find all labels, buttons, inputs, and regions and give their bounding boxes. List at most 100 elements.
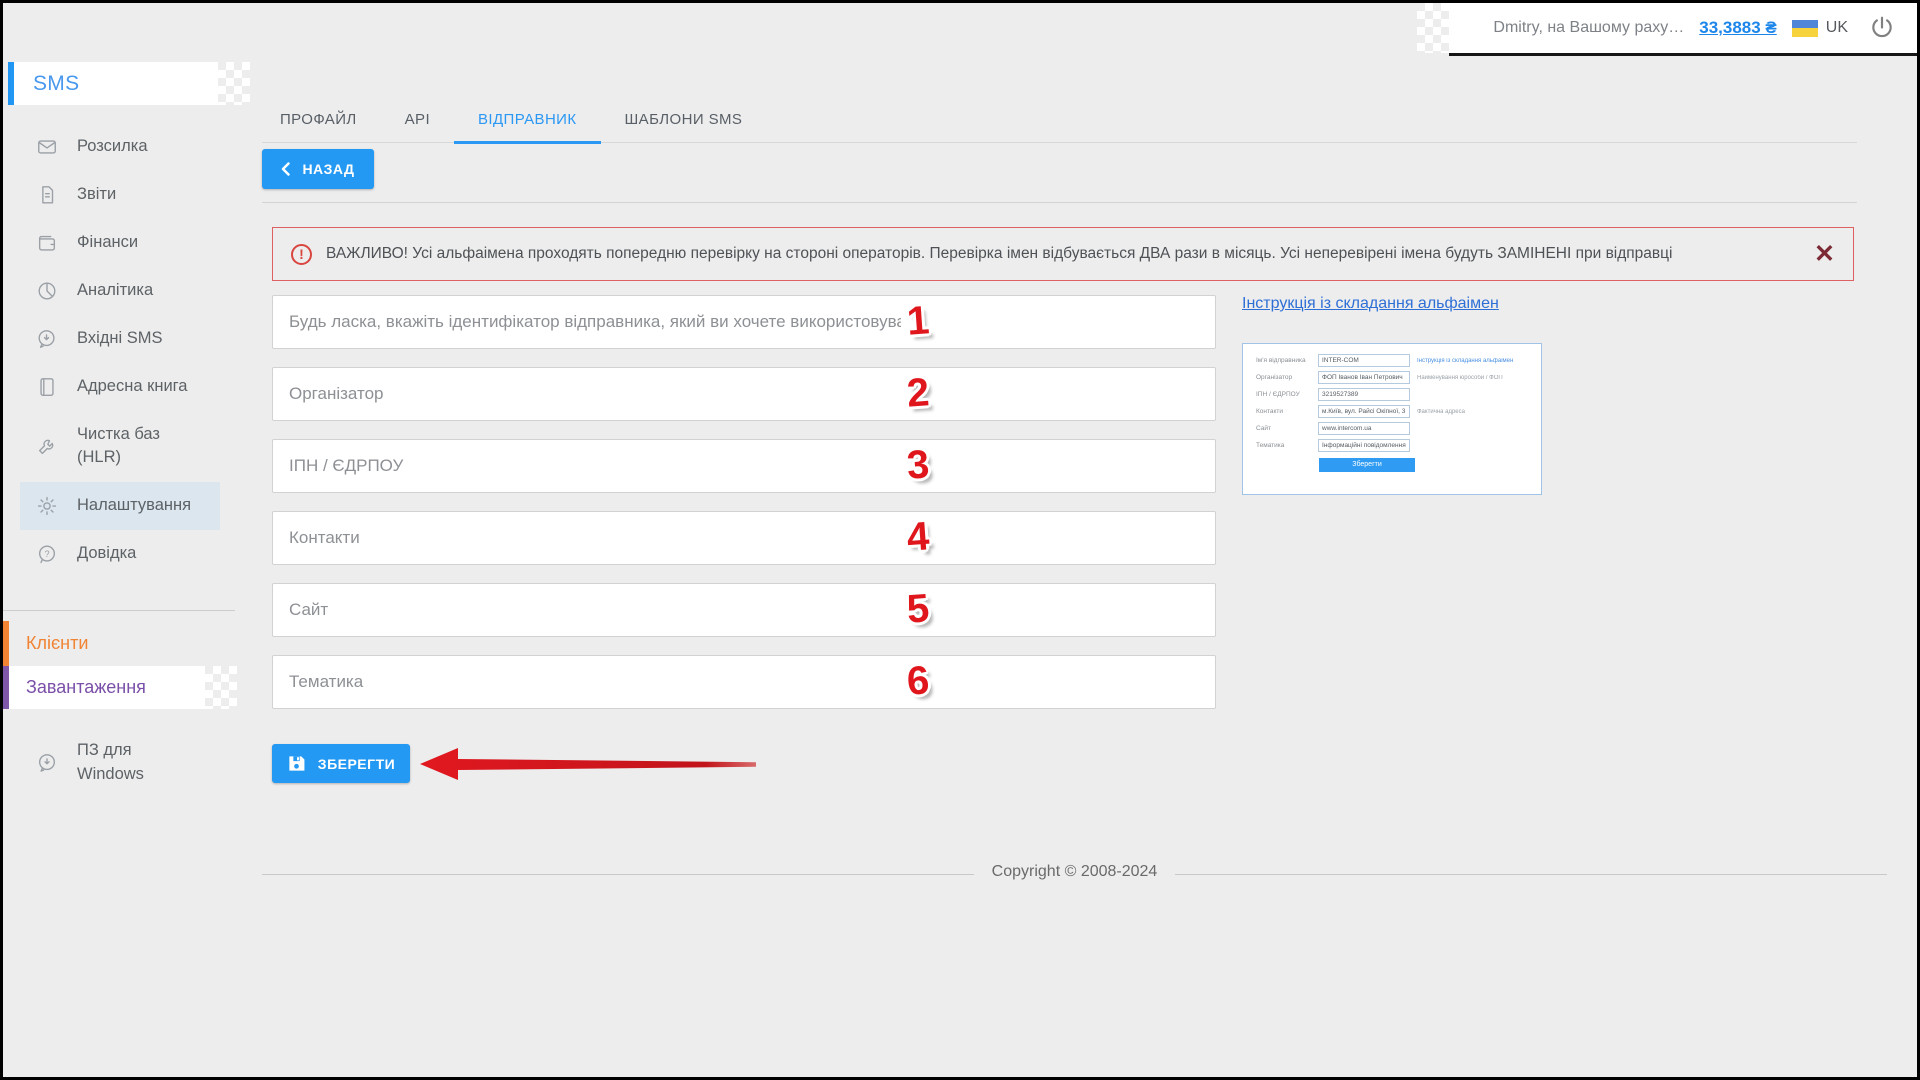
sidebar-item-label: Розсилка xyxy=(77,135,148,159)
balance-link[interactable]: 33,3883 ₴ xyxy=(1699,18,1777,38)
sidebar-item-label: Звіти xyxy=(77,183,116,207)
save-icon xyxy=(287,754,306,773)
example-thumbnail[interactable]: Ім'я відправника INTER-COM Інструкція із… xyxy=(1242,343,1542,495)
sidebar-item-mailing[interactable]: Розсилка xyxy=(3,123,235,171)
sidebar-item-downloads[interactable]: Завантаження xyxy=(3,666,205,709)
field-theme: 6 xyxy=(272,655,1216,709)
address-book-icon xyxy=(36,376,58,398)
brand-label: SMS xyxy=(33,72,79,96)
main-content: 1 2 3 4 5 6 Інструкці xyxy=(272,295,1544,727)
thumb-value: INTER-COM xyxy=(1318,354,1410,367)
field-site: 5 xyxy=(272,583,1216,637)
header-user-area: Dmitry, на Вашому раху… 33,3883 ₴ UK xyxy=(1449,3,1917,56)
alert-icon: ! xyxy=(291,244,312,265)
field-tax-id: 3 xyxy=(272,439,1216,493)
app-window: Dmitry, на Вашому раху… 33,3883 ₴ UK SMS… xyxy=(0,0,1920,1080)
sidebar-item-help[interactable]: ? Довідка xyxy=(3,530,235,578)
svg-text:?: ? xyxy=(44,549,49,559)
sidebar-item-clients[interactable]: Клієнти xyxy=(3,621,235,666)
sidebar-item-label: Адресна книга xyxy=(77,375,188,399)
sidebar-brand[interactable]: SMS xyxy=(8,62,218,105)
footer: Copyright © 2008-2024 xyxy=(262,863,1887,885)
pie-chart-icon xyxy=(36,280,58,302)
report-icon xyxy=(36,184,58,206)
thumb-label: Тематика xyxy=(1256,442,1318,449)
sender-form: 1 2 3 4 5 6 xyxy=(272,295,1216,727)
thumb-note: Інструкція із складання альфаімен xyxy=(1417,358,1513,364)
thumb-label: Організатор xyxy=(1256,374,1318,381)
tab-sender[interactable]: ВІДПРАВНИК xyxy=(454,111,600,144)
envelope-icon xyxy=(36,136,58,158)
thumb-value: 3219527389 xyxy=(1318,388,1410,401)
contacts-input[interactable] xyxy=(273,512,901,564)
thumb-label: Ім'я відправника xyxy=(1256,357,1318,364)
tab-profile[interactable]: ПРОФАЙЛ xyxy=(262,111,381,142)
wallet-icon xyxy=(36,232,58,254)
field-contacts: 4 xyxy=(272,511,1216,565)
power-icon[interactable] xyxy=(1869,15,1895,41)
tab-api[interactable]: API xyxy=(381,111,454,142)
clients-label: Клієнти xyxy=(26,633,88,654)
instruction-aside: Інструкція із складання альфаімен Ім'я в… xyxy=(1242,295,1544,495)
tab-bar: ПРОФАЙЛ API ВІДПРАВНИК ШАБЛОНИ SMS xyxy=(262,101,1857,143)
sidebar-item-label: Вхідні SMS xyxy=(77,327,162,351)
instruction-link[interactable]: Інструкція із складання альфаімен xyxy=(1242,295,1499,313)
sidebar-item-hlr[interactable]: Чистка баз (HLR) xyxy=(3,411,235,483)
gear-icon xyxy=(36,495,58,517)
save-row: ЗБЕРЕГТИ xyxy=(272,744,758,783)
thumb-note: Найменування юрособи / ФОП xyxy=(1417,375,1503,381)
annotation-number-5: 5 xyxy=(905,586,930,632)
back-button-label: НАЗАД xyxy=(302,161,354,177)
language-selector[interactable]: UK xyxy=(1826,19,1848,37)
annotation-number-4: 4 xyxy=(905,514,930,560)
sidebar-item-windows-software[interactable]: ПЗ для Windows xyxy=(3,739,235,787)
sidebar-item-analytics[interactable]: Аналітика xyxy=(3,267,235,315)
thumb-label: Сайт xyxy=(1256,425,1318,432)
sidebar-item-label: Аналітика xyxy=(77,279,153,303)
thumb-value: Інформаційні повідомлення xyxy=(1318,439,1410,452)
sidebar-item-label: Фінанси xyxy=(77,231,138,255)
warning-banner: ! ВАЖЛИВО! Усі альфаімена проходять попе… xyxy=(272,227,1854,281)
save-button-label: ЗБЕРЕГТИ xyxy=(318,756,395,772)
thumb-row: Сайт www.intercom.ua xyxy=(1256,422,1535,435)
theme-input[interactable] xyxy=(273,656,901,708)
section-divider xyxy=(262,202,1857,203)
thumb-row: Контакти м.Київ, вул. Райсі Окіпної, 3 Ф… xyxy=(1256,405,1535,418)
thumb-label: ІПН / ЄДРПОУ xyxy=(1256,391,1318,398)
tab-sms-templates[interactable]: ШАБЛОНИ SMS xyxy=(601,111,767,142)
annotation-number-2: 2 xyxy=(905,370,930,416)
back-button[interactable]: НАЗАД xyxy=(262,149,374,189)
site-input[interactable] xyxy=(273,584,901,636)
inbox-bubble-icon xyxy=(36,328,58,350)
field-sender-id: 1 xyxy=(272,295,1216,349)
thumb-value: м.Київ, вул. Райсі Окіпної, 3 xyxy=(1318,405,1410,418)
sidebar-item-reports[interactable]: Звіти xyxy=(3,171,235,219)
downloads-label: Завантаження xyxy=(26,677,146,698)
thumb-value: www.intercom.ua xyxy=(1318,422,1410,435)
close-icon[interactable]: ✕ xyxy=(1814,242,1835,267)
thumb-note: Фактична адреса xyxy=(1417,409,1465,415)
sidebar-menu: Розсилка Звіти Фінанси Аналітика xyxy=(3,123,235,578)
sidebar-item-address-book[interactable]: Адресна книга xyxy=(3,363,235,411)
copyright-text: Copyright © 2008-2024 xyxy=(974,863,1176,880)
sidebar-item-finance[interactable]: Фінанси xyxy=(3,219,235,267)
sidebar-item-label: Налаштування xyxy=(77,494,191,518)
tax-id-input[interactable] xyxy=(273,440,901,492)
save-button[interactable]: ЗБЕРЕГТИ xyxy=(272,744,410,783)
thumb-row: ІПН / ЄДРПОУ 3219527389 xyxy=(1256,388,1535,401)
user-balance-label: Dmitry, на Вашому раху… xyxy=(1493,19,1684,37)
thumb-row: Ім'я відправника INTER-COM Інструкція із… xyxy=(1256,354,1535,367)
sidebar-item-incoming-sms[interactable]: Вхідні SMS xyxy=(3,315,235,363)
thumb-row: Організатор ФОП Іванов Іван Петрович Най… xyxy=(1256,371,1535,384)
sidebar-divider xyxy=(3,610,235,611)
flag-ua-icon[interactable] xyxy=(1792,20,1818,37)
thumb-value: ФОП Іванов Іван Петрович xyxy=(1318,371,1410,384)
annotation-number-3: 3 xyxy=(905,442,930,488)
field-organizer: 2 xyxy=(272,367,1216,421)
sidebar-item-label: Чистка баз (HLR) xyxy=(77,423,195,471)
software-label: ПЗ для Windows xyxy=(77,739,169,787)
sender-id-input[interactable] xyxy=(273,296,901,348)
sidebar-item-settings[interactable]: Налаштування xyxy=(20,482,220,530)
download-icon xyxy=(36,752,58,774)
organizer-input[interactable] xyxy=(273,368,901,420)
